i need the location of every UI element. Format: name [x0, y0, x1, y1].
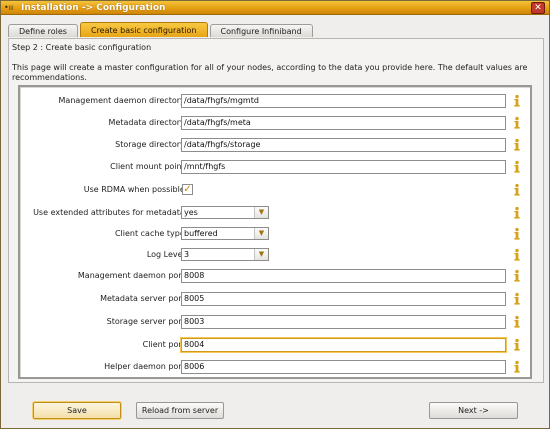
tab-define-roles[interactable]: Define roles [8, 24, 78, 37]
storage-port-input[interactable]: 8003 [181, 315, 506, 329]
metadata-port-label: Metadata server port : [100, 294, 190, 303]
extended-attributes-select[interactable]: yes ▼ [181, 206, 269, 219]
title-bar[interactable]: •ıı Installation -> Configuration ✕ [1, 1, 549, 15]
storage-port-label: Storage server port : [106, 317, 190, 326]
client-mount-point-input[interactable]: /mnt/fhgfs [181, 160, 506, 174]
save-button[interactable]: Save [33, 402, 121, 419]
chevron-down-icon[interactable]: ▼ [254, 228, 268, 239]
metadata-port-input[interactable]: 8005 [181, 292, 506, 306]
row-helper-port: Helper daemon port : 8006 [20, 360, 530, 374]
info-icon[interactable] [512, 338, 522, 352]
info-icon[interactable] [512, 116, 522, 130]
row-client-mount-point: Client mount point : /mnt/fhgfs [20, 160, 530, 174]
row-storage-directory: Storage directory : /data/fhgfs/storage [20, 138, 530, 152]
info-icon[interactable] [512, 183, 522, 197]
row-client-port: Client port : 8004 [20, 338, 530, 352]
tab-create-basic-configuration[interactable]: Create basic configuration [79, 22, 208, 37]
mgmtd-directory-input[interactable]: /data/fhgfs/mgmtd [181, 94, 506, 108]
reload-from-server-button[interactable]: Reload from server [136, 402, 224, 419]
log-level-select[interactable]: 3 ▼ [181, 248, 269, 261]
log-level-value: 3 [184, 250, 190, 259]
client-cache-type-label: Client cache type : [114, 229, 190, 238]
mgmtd-directory-label: Management daemon directory : [58, 96, 190, 105]
info-icon[interactable] [512, 292, 522, 306]
storage-directory-label: Storage directory : [115, 140, 190, 149]
row-storage-port: Storage server port : 8003 [20, 315, 530, 329]
tab-bar: Define roles Create basic configuration … [8, 22, 315, 38]
row-log-level: Log Level : 3 ▼ [20, 248, 530, 262]
client-cache-type-select[interactable]: buffered ▼ [181, 227, 269, 240]
info-icon[interactable] [512, 248, 522, 262]
row-metadata-port: Metadata server port : 8005 [20, 292, 530, 306]
next-button[interactable]: Next -> [429, 402, 518, 419]
info-icon[interactable] [512, 269, 522, 283]
extended-attributes-value: yes [184, 208, 198, 217]
tab-configure-infiniband[interactable]: Configure Infiniband [209, 24, 313, 37]
metadata-directory-label: Metadata directory : [108, 118, 190, 127]
info-icon[interactable] [512, 360, 522, 374]
row-mgmtd-directory: Management daemon directory : /data/fhgf… [20, 94, 530, 108]
row-client-cache-type: Client cache type : buffered ▼ [20, 227, 530, 241]
page-description: This page will create a master configura… [12, 63, 528, 82]
chevron-down-icon[interactable]: ▼ [254, 207, 268, 218]
row-extended-attributes: Use extended attributes for metadata : y… [20, 206, 530, 220]
info-icon[interactable] [512, 138, 522, 152]
info-icon[interactable] [512, 227, 522, 241]
row-use-rdma: Use RDMA when possible : ✓ [20, 183, 530, 197]
row-metadata-directory: Metadata directory : /data/fhgfs/meta [20, 116, 530, 130]
helper-port-label: Helper daemon port : [104, 362, 190, 371]
metadata-directory-input[interactable]: /data/fhgfs/meta [181, 116, 506, 130]
use-rdma-label: Use RDMA when possible : [83, 185, 190, 194]
storage-directory-input[interactable]: /data/fhgfs/storage [181, 138, 506, 152]
window-title: Installation -> Configuration [21, 3, 166, 13]
step-heading: Step 2 : Create basic configuration [12, 43, 152, 52]
row-mgmtd-port: Management daemon port : 8008 [20, 269, 530, 283]
info-icon[interactable] [512, 315, 522, 329]
client-port-input[interactable]: 8004 [181, 338, 506, 352]
client-mount-point-label: Client mount point : [110, 162, 190, 171]
info-icon[interactable] [512, 94, 522, 108]
use-rdma-checkbox[interactable]: ✓ [182, 184, 193, 195]
mgmtd-port-label: Management daemon port : [77, 271, 190, 280]
extended-attributes-label: Use extended attributes for metadata : [33, 208, 190, 217]
installation-window: •ıı Installation -> Configuration ✕ Defi… [0, 0, 550, 429]
info-icon[interactable] [512, 160, 522, 174]
configuration-form: Management daemon directory : /data/fhgf… [18, 85, 532, 379]
mgmtd-port-input[interactable]: 8008 [181, 269, 506, 283]
system-menu-icon[interactable]: •ıı [4, 3, 18, 13]
chevron-down-icon[interactable]: ▼ [254, 249, 268, 260]
close-icon[interactable]: ✕ [531, 2, 545, 14]
helper-port-input[interactable]: 8006 [181, 360, 506, 374]
client-cache-type-value: buffered [184, 229, 218, 238]
info-icon[interactable] [512, 206, 522, 220]
